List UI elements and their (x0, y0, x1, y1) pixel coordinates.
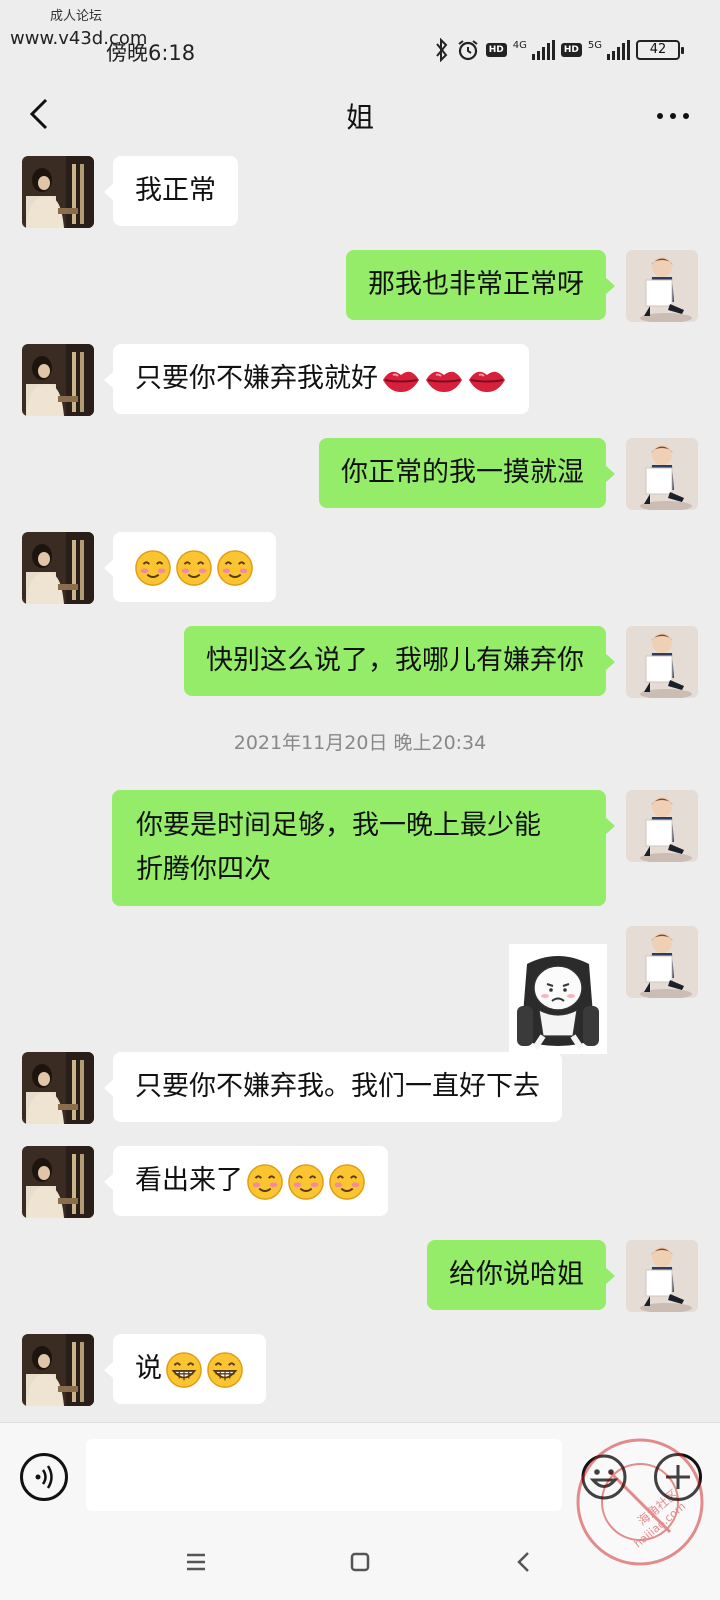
sad-face-in-armchair-sticker[interactable] (509, 944, 607, 1054)
status-time: 傍晚6:18 (106, 41, 196, 65)
status-bar: 成人论坛 www.v43d.com 傍晚6:18 HD 4G HD 5G 42 (0, 0, 720, 80)
lips-emoji-icon (424, 366, 464, 394)
message-text: 折腾你四次 (136, 854, 271, 885)
grin-emoji-icon (206, 1351, 244, 1389)
message-text: 你正常的我一摸就湿 (341, 457, 584, 488)
network-label: 4G (512, 39, 527, 51)
chat-header: 姐 (0, 80, 720, 154)
contact-avatar[interactable] (22, 532, 94, 604)
chat-title: 姐 (345, 101, 374, 134)
blush-smile-emoji-icon (287, 1163, 325, 1201)
signal-icon (606, 40, 630, 60)
my-avatar[interactable] (626, 790, 698, 862)
corner-watermark: 海角社区 haijiao.com (572, 1434, 708, 1570)
menu-button[interactable] (176, 1542, 216, 1582)
message-text: 那我也非常正常呀 (368, 269, 584, 300)
blush-smile-emoji-icon (246, 1163, 284, 1201)
home-button[interactable] (340, 1542, 380, 1582)
hd-badge: HD (560, 43, 582, 57)
message-text: 说 (135, 1353, 162, 1384)
my-avatar[interactable] (626, 926, 698, 998)
my-avatar[interactable] (626, 250, 698, 322)
voice-icon (35, 1465, 53, 1489)
contact-avatar[interactable] (22, 1334, 94, 1406)
back-triangle-icon (517, 1552, 529, 1572)
message-bubble-incoming[interactable]: 只要你不嫌弃我。我们一直好下去 (104, 1052, 562, 1122)
contact-avatar[interactable] (22, 1052, 94, 1124)
blush-smile-emoji-icon (328, 1163, 366, 1201)
bluetooth-icon (434, 38, 450, 62)
message-text: 只要你不嫌弃我就好 (135, 363, 378, 394)
contact-avatar[interactable] (22, 344, 94, 416)
message-text: 看出来了 (135, 1165, 243, 1196)
message-list[interactable]: 我正常 那我也非常正常呀 只要你不嫌弃我就好 你正常的我一摸就湿 快别这么说了，… (0, 154, 720, 1422)
message-text: 快别这么说了，我哪儿有嫌弃你 (206, 645, 584, 676)
message-bubble-outgoing[interactable]: 给你说哈姐 (427, 1240, 615, 1310)
battery-icon: 42 (636, 40, 684, 60)
lips-emoji-icon (467, 366, 507, 394)
message-bubble-incoming[interactable]: 看出来了 (104, 1146, 388, 1216)
message-timestamp: 2021年11月20日 晚上20:34 (233, 732, 487, 754)
menu-icon (187, 1553, 205, 1571)
message-text: 我正常 (135, 175, 216, 206)
blush-smile-emoji-icon (134, 549, 172, 587)
more-dots-icon (657, 113, 689, 119)
message-input[interactable] (86, 1439, 562, 1511)
voice-button[interactable] (20, 1453, 68, 1501)
lips-emoji-icon (381, 366, 421, 394)
message-bubble-outgoing[interactable]: 快别这么说了，我哪儿有嫌弃你 (184, 626, 615, 696)
alarm-icon (456, 38, 480, 62)
signal-icon (531, 40, 555, 60)
message-text: 给你说哈姐 (449, 1259, 584, 1290)
message-bubble-incoming[interactable]: 我正常 (104, 156, 238, 226)
blush-smile-emoji-icon (175, 549, 213, 587)
contact-avatar[interactable] (22, 156, 94, 228)
message-bubble-incoming[interactable]: 说 (104, 1334, 266, 1404)
contact-avatar[interactable] (22, 1146, 94, 1218)
message-bubble-incoming[interactable] (104, 532, 276, 602)
grin-emoji-icon (165, 1351, 203, 1389)
blush-smile-emoji-icon (216, 549, 254, 587)
hd-badge: HD (485, 43, 507, 57)
status-icons: HD 4G HD 5G 42 (434, 38, 684, 62)
watermark-text: 成人论坛 (50, 9, 103, 24)
back-nav-button[interactable] (504, 1542, 544, 1582)
home-square-icon (350, 1552, 370, 1572)
message-bubble-incoming[interactable]: 只要你不嫌弃我就好 (104, 344, 529, 414)
message-bubble-outgoing[interactable]: 你要是时间足够，我一晚上最少能 折腾你四次 (112, 790, 615, 906)
more-button[interactable] (648, 94, 698, 134)
my-avatar[interactable] (626, 438, 698, 510)
message-text: 你要是时间足够，我一晚上最少能 (136, 810, 541, 841)
message-bubble-outgoing[interactable]: 你正常的我一摸就湿 (319, 438, 615, 508)
network-label: 5G (587, 39, 602, 51)
message-bubble-outgoing[interactable]: 那我也非常正常呀 (346, 250, 615, 320)
message-text: 只要你不嫌弃我。我们一直好下去 (135, 1071, 540, 1102)
my-avatar[interactable] (626, 1240, 698, 1312)
my-avatar[interactable] (626, 626, 698, 698)
